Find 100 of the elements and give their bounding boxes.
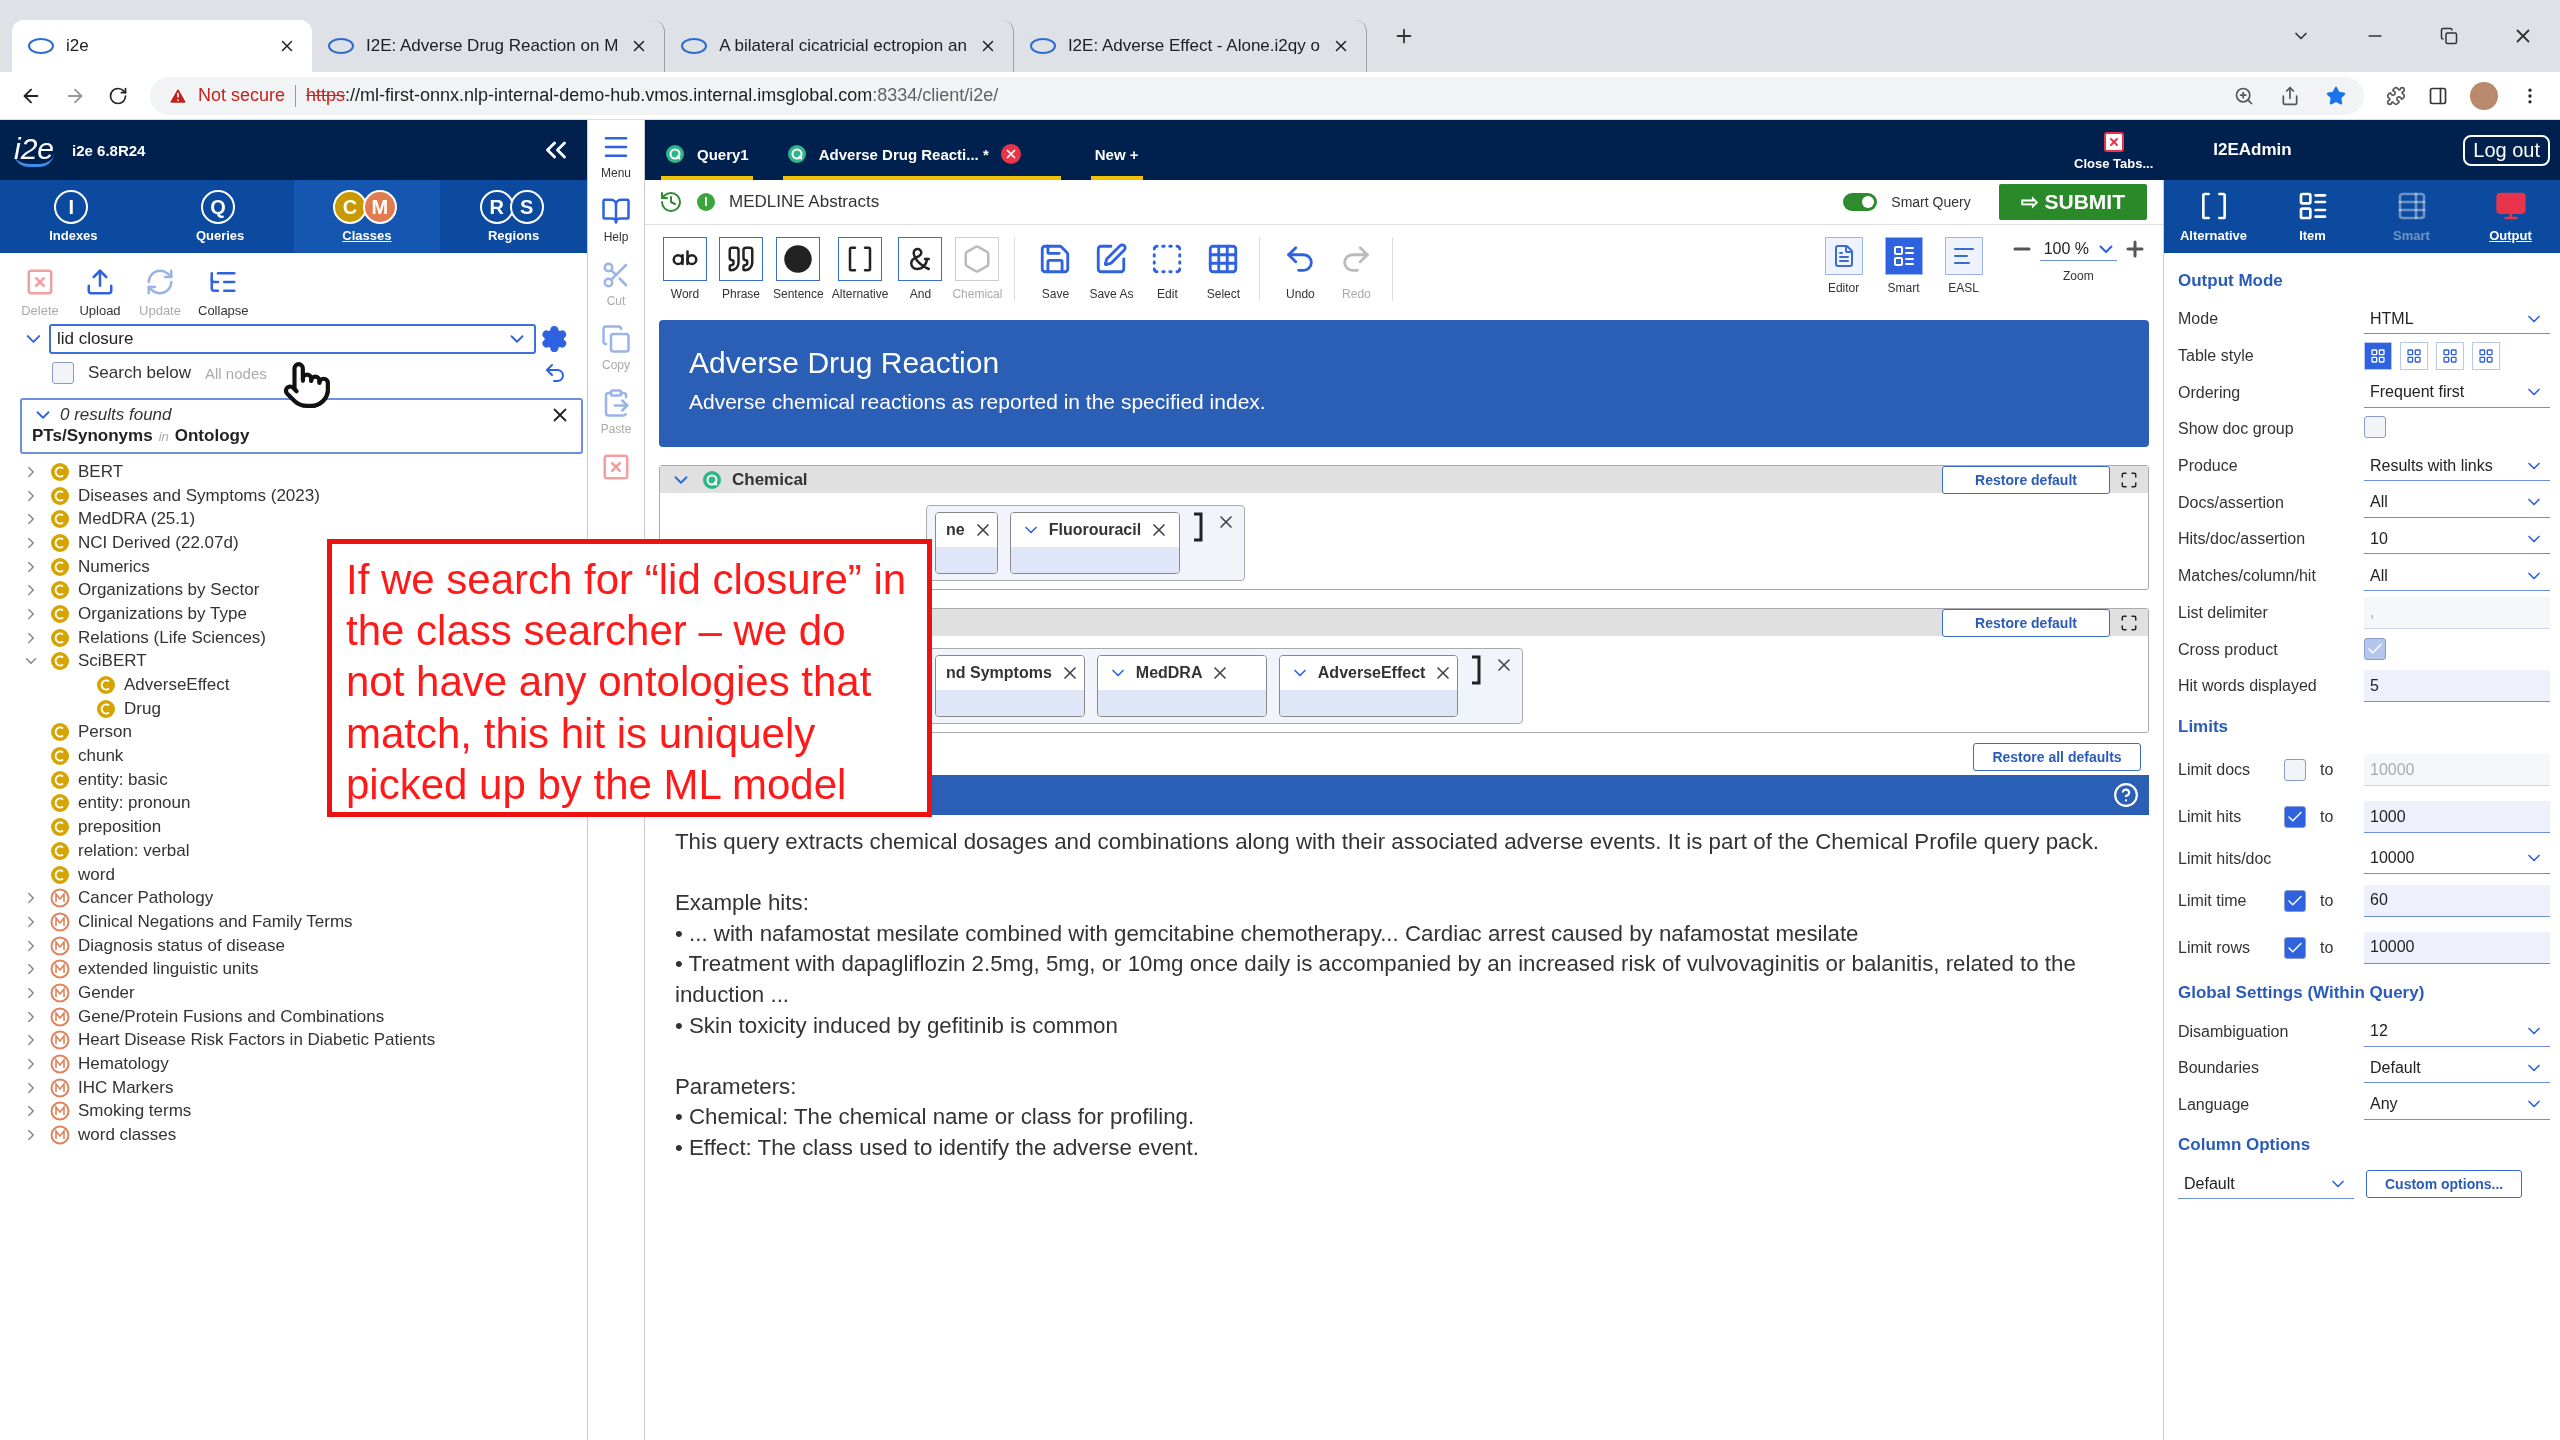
undo-icon[interactable] bbox=[543, 361, 567, 385]
close-tabs-button[interactable]: Close Tabs... bbox=[2074, 129, 2154, 171]
dropdown[interactable]: 10 bbox=[2364, 524, 2550, 555]
query-tab[interactable]: Query1 bbox=[661, 132, 753, 180]
restore-default-button[interactable]: Restore default bbox=[1942, 608, 2110, 637]
class-chip[interactable]: Fluorouracil bbox=[1009, 512, 1180, 574]
restore-all-button[interactable]: Restore all defaults bbox=[1973, 743, 2141, 771]
settings-icon[interactable] bbox=[540, 324, 569, 354]
nav-item[interactable]: I Indexes bbox=[0, 180, 147, 253]
maximize-icon[interactable] bbox=[2120, 470, 2138, 489]
history-icon[interactable] bbox=[659, 190, 683, 214]
tree-item[interactable]: entity: basic bbox=[20, 767, 168, 792]
tree-item[interactable]: SciBERT bbox=[20, 649, 147, 674]
table-style-button[interactable] bbox=[2436, 342, 2464, 371]
tree-item[interactable]: Diseases and Symptoms (2023) bbox=[20, 483, 320, 508]
checkbox[interactable] bbox=[2284, 806, 2306, 829]
nav-item[interactable]: Q Queries bbox=[146, 180, 294, 253]
help-icon[interactable] bbox=[2113, 782, 2139, 808]
nav-item[interactable]: Item bbox=[2263, 180, 2362, 253]
toolbar-button[interactable]: Undo bbox=[1276, 237, 1325, 301]
toolbar-button[interactable]: Edit bbox=[1143, 237, 1192, 301]
dropdown[interactable]: 12 bbox=[2364, 1016, 2550, 1047]
menu-strip-item[interactable]: Help bbox=[601, 196, 631, 254]
browser-tab[interactable]: i2e bbox=[12, 20, 312, 72]
custom-options-button[interactable]: Custom options... bbox=[2366, 1170, 2523, 1199]
class-chip[interactable]: nd Symptoms bbox=[935, 655, 1085, 717]
tree-item[interactable]: Hematology bbox=[20, 1052, 169, 1076]
star-icon[interactable] bbox=[2326, 85, 2346, 106]
dropdown[interactable]: Any bbox=[2364, 1089, 2550, 1120]
share-icon[interactable] bbox=[2280, 85, 2300, 106]
tree-item[interactable]: entity: pronoun bbox=[20, 791, 191, 816]
tree-item[interactable]: Heart Disease Risk Factors in Diabetic Patients bbox=[20, 1028, 436, 1053]
avatar[interactable] bbox=[2470, 81, 2498, 110]
tree-item[interactable]: Person bbox=[20, 720, 132, 745]
tree-item[interactable]: NCI Derived (22.07d) bbox=[20, 531, 239, 555]
toolbar-button[interactable]: Upload bbox=[78, 267, 122, 318]
reload-icon[interactable] bbox=[108, 85, 128, 106]
tree-item[interactable]: extended linguistic units bbox=[20, 957, 259, 982]
query-tab[interactable]: New + bbox=[1090, 132, 1143, 180]
dropdown[interactable]: Default bbox=[2178, 1169, 2354, 1200]
tree-item[interactable]: preposition bbox=[20, 815, 162, 839]
nav-item[interactable]: C M Classes bbox=[293, 180, 441, 253]
logout-button[interactable]: Log out bbox=[2463, 134, 2550, 166]
tree-item[interactable]: MedDRA (25.1) bbox=[20, 507, 196, 532]
tree-item[interactable]: Relations (Life Sciences) bbox=[20, 625, 267, 650]
checkbox[interactable] bbox=[2284, 759, 2306, 782]
submit-button[interactable]: ⇨ SUBMIT bbox=[1998, 184, 2147, 220]
checkbox[interactable] bbox=[2364, 416, 2386, 439]
tree-item[interactable]: relation: verbal bbox=[20, 839, 190, 863]
zoom-icon[interactable] bbox=[2234, 85, 2254, 106]
puzzle-icon[interactable] bbox=[2386, 85, 2406, 106]
table-style-button[interactable] bbox=[2400, 342, 2428, 371]
search-field[interactable]: lid closure bbox=[48, 324, 537, 354]
tree-item[interactable]: chunk bbox=[20, 744, 124, 768]
table-style-button[interactable] bbox=[2364, 342, 2392, 371]
dropdown[interactable]: Results with links bbox=[2364, 451, 2550, 482]
close-icon[interactable] bbox=[1000, 144, 1021, 164]
toolbar-button[interactable]: Select bbox=[1199, 237, 1248, 301]
side-panel-icon[interactable] bbox=[2428, 85, 2448, 106]
tree-item[interactable]: Organizations by Sector bbox=[20, 578, 260, 603]
dropdown[interactable]: All bbox=[2364, 487, 2550, 518]
toolbar-button[interactable]: Save bbox=[1031, 237, 1080, 301]
tree-item[interactable]: Gender bbox=[20, 981, 135, 1005]
restore-default-button[interactable]: Restore default bbox=[1942, 465, 2110, 494]
maximize-icon[interactable] bbox=[2120, 613, 2138, 632]
toolbar-button[interactable]: Save As bbox=[1087, 237, 1136, 301]
toolbar-button[interactable]: Collapse bbox=[198, 267, 249, 318]
menu-strip-item[interactable]: Menu bbox=[601, 132, 631, 190]
zoom-dropdown[interactable]: 100 % bbox=[2039, 237, 2117, 261]
dropdown[interactable]: Frequent first bbox=[2364, 377, 2550, 408]
checkbox[interactable] bbox=[52, 362, 74, 384]
tree-item[interactable]: Numerics bbox=[20, 554, 150, 579]
dropdown[interactable]: All bbox=[2364, 561, 2550, 592]
tree-item[interactable]: Cancer Pathology bbox=[20, 886, 214, 911]
tree-item[interactable]: Gene/Protein Fusions and Combinations bbox=[20, 1004, 385, 1029]
input-field[interactable]: 10000 bbox=[2364, 931, 2550, 964]
dropdown[interactable]: 10000 bbox=[2364, 843, 2550, 874]
tree-item[interactable]: Organizations by Type bbox=[20, 602, 247, 626]
tree-item[interactable]: AdverseEffect bbox=[66, 673, 230, 697]
input-field[interactable]: 1000 bbox=[2364, 801, 2550, 834]
restore-icon[interactable] bbox=[2440, 27, 2458, 45]
tree-item[interactable]: IHC Markers bbox=[20, 1075, 174, 1100]
class-chip[interactable]: AdverseEffect bbox=[1278, 655, 1459, 717]
tree-item[interactable]: Smoking terms bbox=[20, 1099, 192, 1124]
input-field[interactable]: 60 bbox=[2364, 884, 2550, 917]
tree-item[interactable]: word bbox=[20, 862, 115, 887]
input-field[interactable]: 5 bbox=[2364, 670, 2550, 703]
tree-item[interactable]: Drug bbox=[66, 696, 161, 721]
smart-query-toggle[interactable] bbox=[1843, 193, 1878, 211]
nav-item[interactable]: Alternative bbox=[2164, 180, 2263, 253]
table-style-button[interactable] bbox=[2472, 342, 2500, 371]
tree-item[interactable]: word classes bbox=[20, 1123, 177, 1147]
class-chip[interactable]: ne bbox=[935, 512, 998, 574]
checkbox[interactable] bbox=[2284, 889, 2306, 912]
query-tab[interactable]: Adverse Drug Reacti... * bbox=[782, 132, 1061, 180]
address-bar[interactable]: Not secure https://ml-first-onnx.nlp-internal-demo-hub.vmos.internal.imsglobal.com:8334/client/i2e/ bbox=[150, 76, 2364, 115]
tree-item[interactable]: Diagnosis status of disease bbox=[20, 933, 285, 958]
tree-item[interactable]: Clinical Negations and Family Terms bbox=[20, 910, 353, 934]
dropdown[interactable]: Default bbox=[2364, 1053, 2550, 1084]
checkbox[interactable] bbox=[2284, 936, 2306, 959]
